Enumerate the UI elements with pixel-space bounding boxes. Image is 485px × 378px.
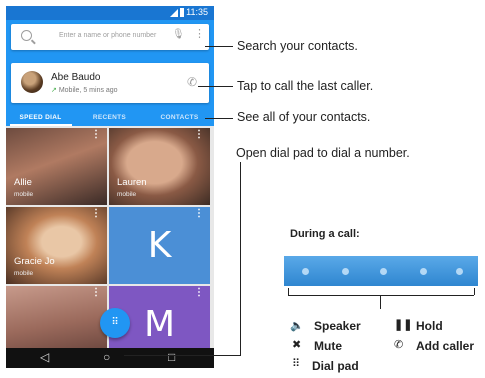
more-vert-icon[interactable]: ⋮ [194,288,204,298]
status-bar: 11:35 [6,6,214,20]
navigation-bar: ◁ ○ □ [6,348,214,368]
speed-dial-tile-allie[interactable]: ⋮ Allie mobile [6,128,107,205]
phone-screen: 11:35 Enter a name or phone number 🎙 ⋮ A… [6,6,214,368]
callout-line-last-caller [198,86,233,87]
bracket-stem [380,295,381,309]
legend-mute: Mute [314,339,342,353]
in-call-controls-bar [284,256,478,286]
speaker-control [302,268,309,275]
dialpad-icon: ⠿ [292,358,301,370]
tab-indicator [10,124,72,126]
outgoing-call-icon: ↗ [51,87,57,94]
signal-icon [170,9,178,17]
callout-line-dialpad-horizontal [124,355,241,356]
avatar [21,71,43,93]
tile-type: mobile [117,191,137,198]
hold-control [420,268,427,275]
speed-dial-tile-k[interactable]: K ⋮ [109,207,210,284]
search-input[interactable]: Enter a name or phone number [59,32,156,39]
tab-speed-dial[interactable]: SPEED DIAL [6,114,75,121]
add-caller-control [456,268,463,275]
legend-hold: Hold [416,319,443,333]
search-bar[interactable]: Enter a name or phone number 🎙 ⋮ [11,24,209,50]
speed-dial-tile-lauren[interactable]: ⋮ Lauren mobile [109,128,210,205]
callout-last-caller: Tap to call the last caller. [237,79,374,93]
dial-pad-control [380,268,387,275]
more-vert-icon[interactable]: ⋮ [91,288,101,298]
caller-detail: ↗ Mobile, 5 mins ago [51,86,118,94]
legend-speaker: Speaker [314,319,361,333]
phone-icon[interactable]: ✆ [187,75,197,89]
tile-type: mobile [14,191,34,198]
more-vert-icon[interactable]: ⋮ [194,29,205,40]
home-button[interactable]: ○ [103,350,110,364]
callout-line-contacts [205,118,233,119]
legend-add-caller: Add caller [416,339,475,353]
caller-name: Abe Baudo [51,72,101,83]
add-caller-icon: ✆ [394,339,404,351]
callout-line-search [205,46,233,47]
bracket-right [474,288,475,295]
more-vert-icon[interactable]: ⋮ [91,130,101,140]
recent-apps-button[interactable]: □ [168,350,175,364]
bracket-base [288,295,474,296]
bracket-left [288,288,289,295]
hold-icon: ❚❚ [394,319,413,331]
callout-contacts: See all of your contacts. [237,110,371,124]
more-vert-icon[interactable]: ⋮ [194,209,204,219]
mute-control [342,268,349,275]
battery-icon [180,8,184,17]
mic-icon[interactable]: 🎙 [172,29,185,40]
tile-name: Gracie Jo [14,256,55,267]
caller-detail-text: Mobile, 5 mins ago [58,87,118,94]
legend-dial-pad: Dial pad [312,359,359,373]
status-time: 11:35 [186,7,208,17]
callout-line-dialpad-vertical [240,162,241,356]
back-button[interactable]: ◁ [40,350,49,364]
mute-icon: ✖ [292,339,302,351]
dial-pad-button[interactable]: ⠿ [100,308,130,338]
dialpad-icon: ⠿ [111,317,119,328]
more-vert-icon[interactable]: ⋮ [91,209,101,219]
callout-search: Search your contacts. [237,39,358,53]
last-caller-card[interactable]: Abe Baudo ↗ Mobile, 5 mins ago ✆ [11,63,209,103]
more-vert-icon[interactable]: ⋮ [194,130,204,140]
tile-name: Lauren [117,177,147,188]
speed-dial-tile-gracie-jo[interactable]: ⋮ Gracie Jo mobile [6,207,107,284]
tile-name: Allie [14,177,32,188]
tab-contacts[interactable]: CONTACTS [145,114,214,121]
speaker-icon: 🔈 [290,320,304,332]
tile-type: mobile [14,270,34,277]
tab-recents[interactable]: RECENTS [75,114,144,121]
search-icon [21,30,32,41]
during-call-title: During a call: [290,228,360,240]
callout-dial-pad: Open dial pad to dial a number. [236,146,410,160]
